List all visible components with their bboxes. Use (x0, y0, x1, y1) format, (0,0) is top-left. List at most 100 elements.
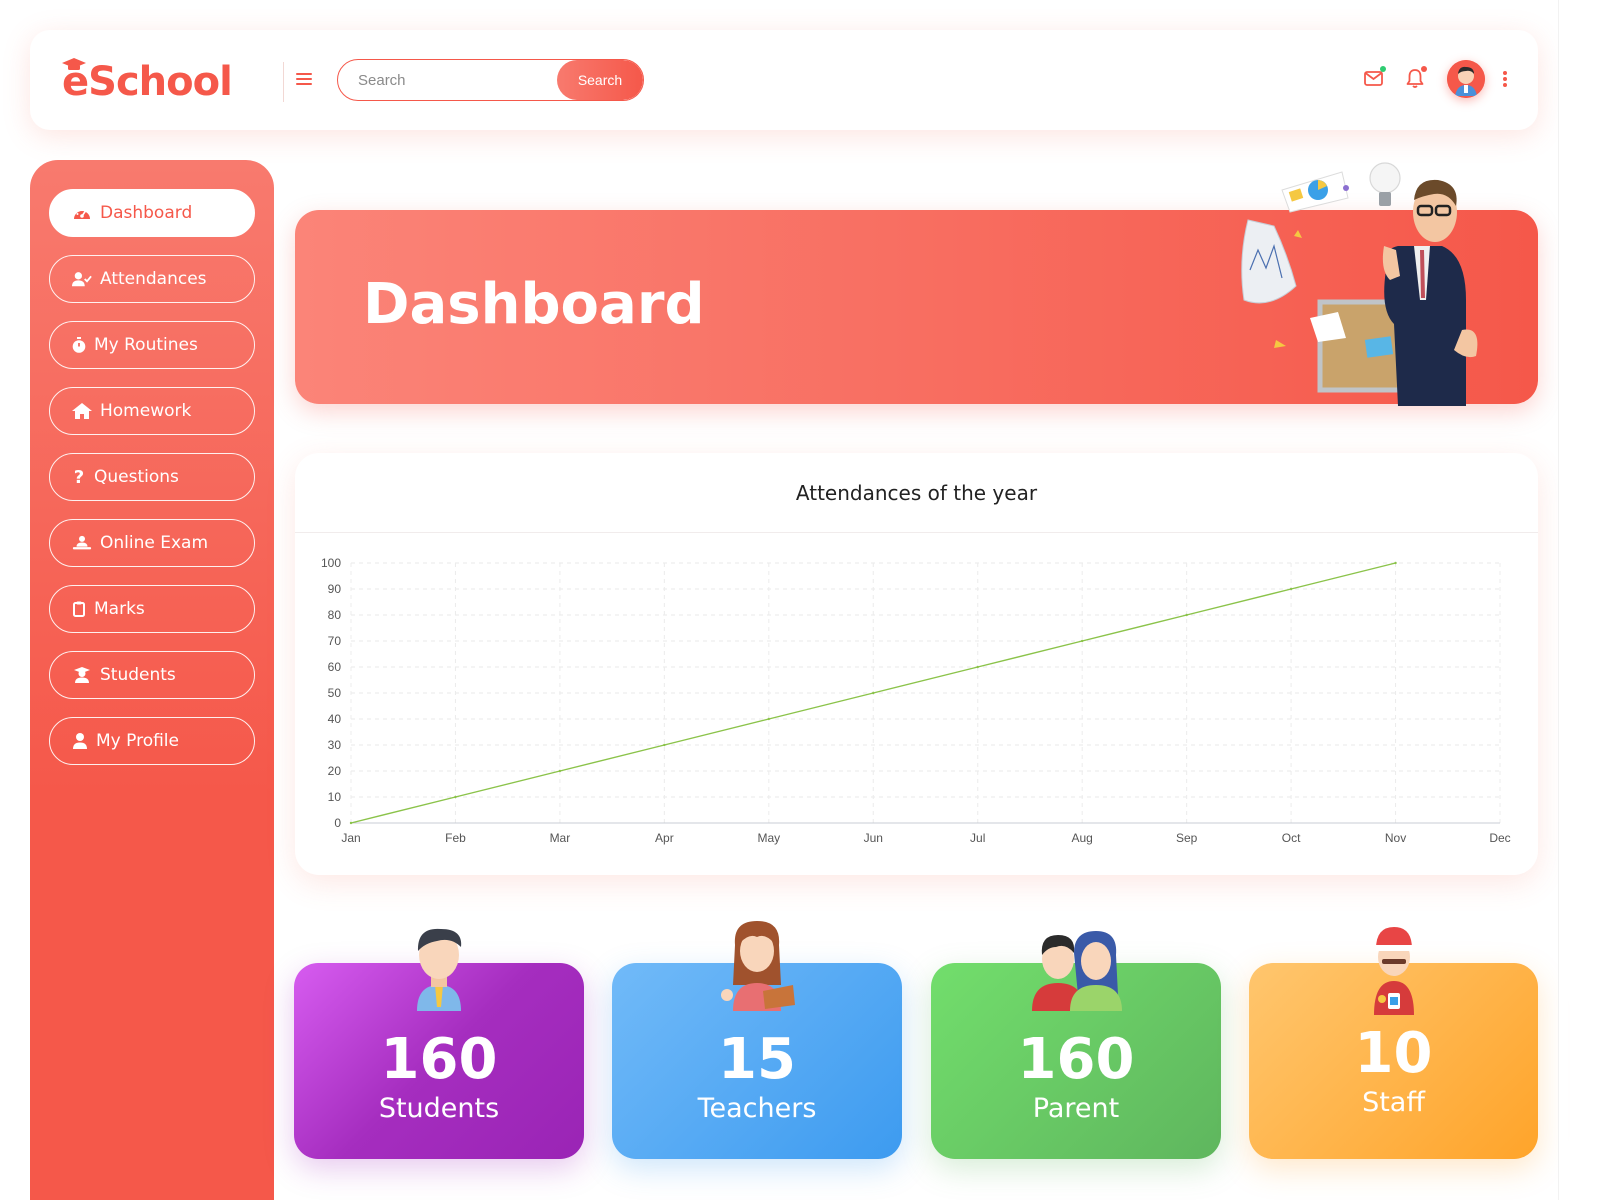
sidebar-item-online-exam[interactable]: Online Exam (49, 519, 255, 567)
parents-figure-icon (1032, 931, 1122, 1011)
sidebar-item-dashboard[interactable]: Dashboard (49, 189, 255, 237)
x-tick-label: Jun (864, 831, 883, 845)
graduation-cap-icon (62, 58, 86, 70)
sidebar-item-label: Dashboard (100, 203, 193, 223)
data-point (454, 795, 457, 799)
hamburger-menu-icon[interactable] (296, 70, 312, 90)
stat-card-teachers[interactable]: 15 Teachers (612, 921, 902, 1159)
data-point (767, 717, 771, 721)
graduate-icon (72, 666, 92, 684)
stat-label: Staff (1362, 1087, 1425, 1118)
notification-indicator-dot (1421, 66, 1427, 72)
user-check-icon (72, 270, 92, 288)
sidebar-item-label: Students (100, 665, 176, 685)
sidebar-item-label: Online Exam (100, 533, 209, 553)
mail-indicator-dot (1380, 66, 1386, 72)
data-point (1394, 561, 1397, 565)
sidebar-item-label: My Routines (94, 335, 198, 355)
more-options-icon[interactable] (1502, 70, 1508, 88)
x-tick-label: Nov (1385, 831, 1406, 845)
sidebar-item-label: My Profile (96, 731, 179, 751)
data-point (1289, 587, 1293, 591)
sidebar-item-questions[interactable]: ? Questions (49, 453, 255, 501)
search-input[interactable] (338, 60, 557, 100)
y-tick-label: 20 (328, 764, 342, 778)
attendance-line-chart: 0 10 20 30 40 50 60 70 80 90 100 Jan Feb Mar Apr May Jun… (321, 556, 1511, 845)
student-figure-icon (417, 928, 462, 1011)
x-tick-label: May (757, 831, 780, 845)
teacher-illustration (1241, 162, 1478, 406)
stat-card-students[interactable]: 160 Students (294, 928, 584, 1159)
sidebar-item-label: Homework (100, 401, 192, 421)
x-tick-label: Oct (1282, 831, 1301, 845)
logo-text: eSchool (62, 59, 233, 105)
sidebar-item-label: Questions (94, 467, 179, 487)
stat-value: 15 (718, 1027, 796, 1092)
y-tick-label: 80 (328, 608, 342, 622)
page-title: Dashboard (363, 272, 705, 337)
header-divider (283, 62, 284, 102)
notifications-button[interactable] (1403, 66, 1427, 90)
y-tick-label: 0 (334, 816, 341, 830)
data-point (1080, 639, 1084, 643)
staff-figure-icon (1373, 927, 1414, 1015)
tachometer-icon (72, 204, 92, 222)
sidebar: Dashboard Attendances My Routines Homewo… (30, 160, 274, 1200)
data-point (663, 743, 666, 747)
stat-value: 160 (1017, 1027, 1135, 1092)
data-point (872, 691, 875, 695)
home-icon (72, 402, 92, 420)
question-icon: ? (73, 466, 85, 488)
clipboard-icon (72, 600, 86, 618)
chart-divider (295, 532, 1538, 533)
y-tick-label: 70 (328, 634, 342, 648)
search-bar: Search (337, 59, 644, 101)
y-tick-label: 30 (328, 738, 342, 752)
y-tick-label: 40 (328, 712, 342, 726)
y-tick-label: 50 (328, 686, 342, 700)
user-avatar[interactable] (1447, 60, 1485, 98)
top-header: eSchool Search (30, 30, 1538, 130)
stat-label: Teachers (697, 1093, 817, 1124)
x-tick-label: Jan (341, 831, 360, 845)
x-tick-label: Feb (445, 831, 466, 845)
stat-card-staff[interactable]: 10 Staff (1249, 927, 1538, 1159)
sidebar-item-homework[interactable]: Homework (49, 387, 255, 435)
stat-label: Parent (1032, 1093, 1120, 1124)
stat-value: 10 (1354, 1021, 1433, 1086)
stat-label: Students (378, 1093, 500, 1124)
page-scrollbar[interactable] (1558, 0, 1568, 1200)
y-tick-label: 10 (328, 790, 342, 804)
logo[interactable]: eSchool (62, 54, 233, 110)
stat-value: 160 (380, 1027, 498, 1092)
search-button[interactable]: Search (557, 60, 643, 100)
sidebar-item-students[interactable]: Students (49, 651, 255, 699)
y-tick-label: 60 (328, 660, 342, 674)
teacher-figure-icon (721, 921, 795, 1011)
avatar-icon (1447, 60, 1485, 98)
sidebar-item-my-routines[interactable]: My Routines (49, 321, 255, 369)
x-tick-label: Dec (1489, 831, 1510, 845)
sidebar-item-label: Attendances (100, 269, 207, 289)
y-tick-label: 100 (321, 556, 341, 570)
x-tick-label: Aug (1072, 831, 1093, 845)
chalkboard-user-icon (72, 534, 92, 552)
stat-card-parent[interactable]: 160 Parent (931, 931, 1221, 1159)
x-tick-label: Sep (1176, 831, 1198, 845)
mail-button[interactable] (1362, 66, 1386, 90)
data-point (558, 769, 562, 773)
data-point (349, 821, 353, 825)
sidebar-item-attendances[interactable]: Attendances (49, 255, 255, 303)
data-point (976, 665, 979, 669)
y-tick-label: 90 (328, 582, 342, 596)
user-icon (72, 732, 88, 750)
x-tick-label: Jul (970, 831, 985, 845)
data-point (1185, 613, 1188, 617)
sidebar-item-label: Marks (94, 599, 145, 619)
x-tick-label: Mar (550, 831, 571, 845)
sidebar-item-marks[interactable]: Marks (49, 585, 255, 633)
stopwatch-icon (72, 336, 86, 354)
x-tick-label: Apr (655, 831, 674, 845)
sidebar-item-my-profile[interactable]: My Profile (49, 717, 255, 765)
chart-title: Attendances of the year (795, 481, 1038, 505)
